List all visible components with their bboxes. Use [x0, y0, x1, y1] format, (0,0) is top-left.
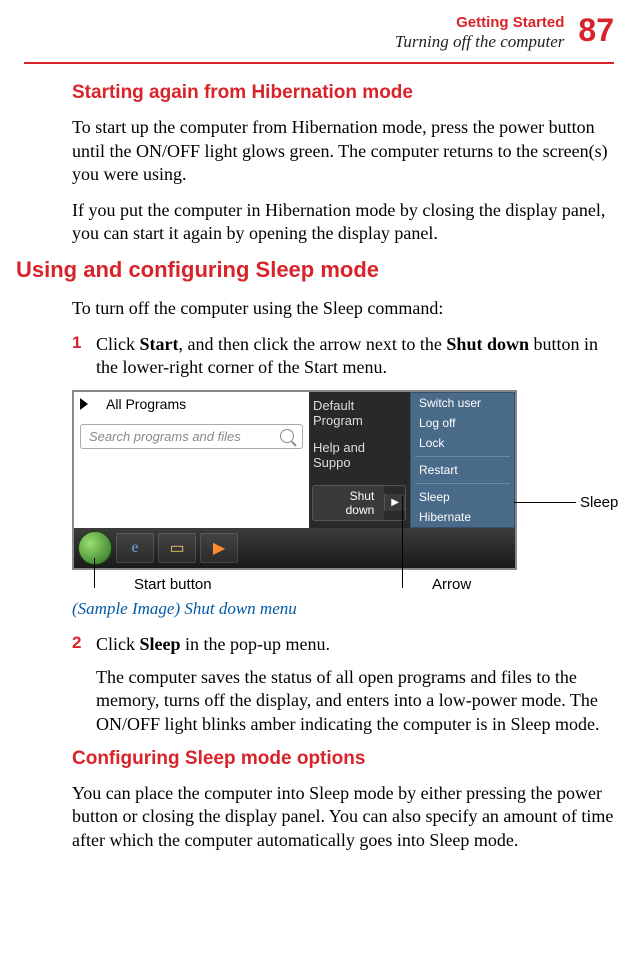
explorer-icon[interactable]: ▭ [158, 533, 196, 563]
ie-icon[interactable]: e [116, 533, 154, 563]
shutdown-button[interactable]: Shut down ▶ [312, 485, 406, 521]
shutdown-popup-menu: Switch user Log off Lock Restart Sleep H… [410, 392, 515, 528]
paragraph: To turn off the computer using the Sleep… [72, 297, 614, 320]
media-player-icon[interactable]: ▶ [200, 533, 238, 563]
triangle-right-icon [80, 398, 88, 410]
paragraph: To start up the computer from Hibernatio… [72, 116, 614, 186]
all-programs-item[interactable]: All Programs [74, 392, 309, 424]
taskbar-image: e ▭ ▶ [74, 528, 515, 568]
menu-log-off[interactable]: Log off [411, 413, 514, 433]
menu-restart[interactable]: Restart [411, 460, 514, 480]
step-number: 2 [72, 633, 96, 656]
figure-caption: (Sample Image) Shut down menu [72, 599, 628, 619]
start-button-orb[interactable] [78, 531, 112, 565]
menu-link[interactable]: Help and Suppo [309, 434, 410, 476]
menu-switch-user[interactable]: Switch user [411, 393, 514, 413]
paragraph: The computer saves the status of all ope… [96, 666, 614, 736]
step-1: 1 Click Start, and then click the arrow … [72, 333, 614, 380]
callout-sleep: Sleep [580, 494, 618, 511]
search-input[interactable]: Search programs and files [80, 424, 303, 449]
heading-starting-again: Starting again from Hibernation mode [72, 82, 628, 104]
step-number: 1 [72, 333, 96, 380]
menu-hibernate[interactable]: Hibernate [411, 507, 514, 527]
menu-link[interactable]: Default Program [309, 392, 410, 434]
chapter-title: Getting Started [395, 14, 565, 32]
step-2: 2 Click Sleep in the pop-up menu. [72, 633, 614, 656]
paragraph: You can place the computer into Sleep mo… [72, 782, 614, 852]
all-programs-label: All Programs [106, 396, 186, 412]
figure-shutdown-menu: All Programs Search programs and files D… [72, 390, 632, 593]
heading-config-sleep: Configuring Sleep mode options [72, 748, 628, 770]
callout-start-button: Start button [134, 576, 432, 593]
step-text: Click Start, and then click the arrow ne… [96, 333, 614, 380]
heading-using-sleep: Using and configuring Sleep mode [16, 257, 628, 283]
header-subtitle: Turning off the computer [395, 32, 565, 52]
callout-arrow: Arrow [432, 576, 471, 593]
page-number: 87 [578, 14, 614, 46]
shutdown-label: Shut down [313, 486, 384, 520]
step-text: Click Sleep in the pop-up menu. [96, 633, 330, 656]
search-placeholder: Search programs and files [89, 429, 241, 444]
paragraph: If you put the computer in Hibernation m… [72, 199, 614, 246]
search-icon [280, 429, 294, 443]
menu-lock[interactable]: Lock [411, 433, 514, 453]
page-header: Getting Started Turning off the computer… [10, 10, 628, 52]
header-divider [24, 62, 614, 64]
menu-sleep[interactable]: Sleep [411, 487, 514, 507]
